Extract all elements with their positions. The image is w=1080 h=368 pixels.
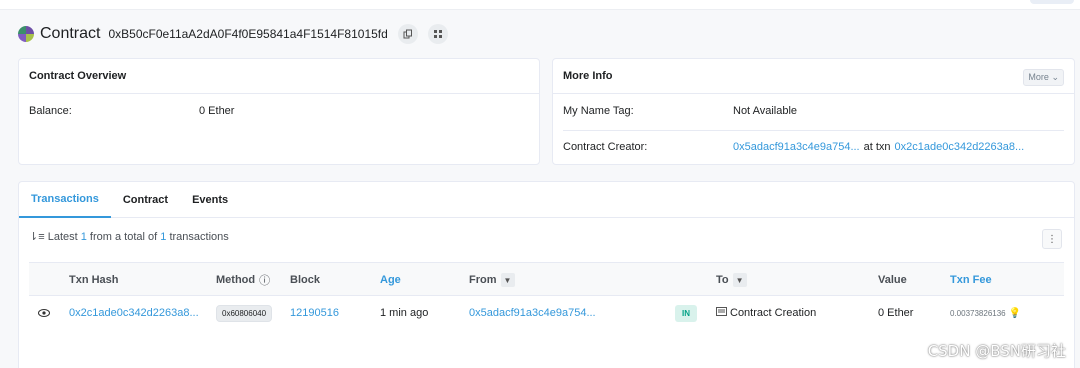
value-cell: 0 Ether	[878, 307, 914, 319]
tab-transactions[interactable]: Transactions	[19, 182, 111, 218]
filter-icon[interactable]: ▼	[500, 273, 515, 287]
creator-label: Contract Creator:	[563, 141, 648, 153]
name-tag-label: My Name Tag:	[563, 105, 634, 117]
at-txn-label: at txn	[863, 141, 891, 153]
col-txn-fee[interactable]: Txn Fee	[950, 263, 992, 297]
balance-label: Balance:	[29, 105, 72, 117]
transactions-summary: ⇂≡ Latest 1 from a total of 1 transactio…	[29, 231, 229, 243]
age-cell: 1 min ago	[380, 307, 429, 319]
card-title: Contract Overview	[19, 59, 539, 94]
col-txn-hash: Txn Hash	[69, 274, 119, 286]
copy-icon[interactable]	[397, 24, 418, 44]
to-cell: Contract Creation	[716, 296, 816, 330]
watermark: CSDN @BSN研习社	[927, 342, 1066, 360]
top-nav-button[interactable]	[1030, 0, 1074, 4]
tab-contract[interactable]: Contract	[111, 182, 180, 218]
page-title: Contract	[40, 25, 101, 42]
contract-address: 0xB50cF0e11aA2dA0F4f0E95841a4F1514F81015…	[108, 27, 388, 41]
card-title: More Info	[553, 59, 1074, 94]
table-header: Txn Hash Method ⓘ Block Age From ▼ To ▼ …	[29, 262, 1064, 296]
latest-count: 1	[80, 231, 87, 243]
more-info-card: More Info More ⌄ My Name Tag: Not Availa…	[552, 58, 1075, 165]
method-badge: 0x60806040	[216, 304, 273, 322]
more-options-icon[interactable]: ⋮	[1042, 229, 1062, 249]
col-value: Value	[878, 274, 907, 286]
txn-hash-link[interactable]: 0x2c1ade0c342d2263a8...	[69, 296, 199, 330]
txn-fee-cell: 0.00373826136 💡	[950, 296, 1021, 330]
direction-badge: IN	[675, 304, 697, 322]
top-navbar-edge	[0, 0, 1080, 10]
balance-row: Balance: 0 Ether	[29, 105, 529, 117]
creator-txn-link[interactable]: 0x2c1ade0c342d2263a8...	[895, 141, 1025, 153]
total-count: 1	[160, 231, 167, 243]
col-to: To ▼	[716, 263, 747, 297]
direction-cell: IN	[675, 296, 697, 330]
col-age[interactable]: Age	[380, 263, 401, 297]
contract-creation-icon	[716, 307, 727, 319]
more-dropdown-button[interactable]: More ⌄	[1023, 69, 1064, 86]
from-address-link[interactable]: 0x5adacf91a3c4e9a754...	[469, 296, 596, 330]
filter-icon[interactable]: ▼	[732, 273, 747, 287]
page-header: Contract 0xB50cF0e11aA2dA0F4f0E95841a4F1…	[18, 22, 448, 46]
contract-creator-row: Contract Creator: 0x5adacf91a3c4e9a754..…	[563, 141, 1064, 153]
bulb-icon[interactable]: 💡	[1009, 308, 1021, 319]
divider	[563, 130, 1064, 131]
transactions-card: Transactions Contract Events ⇂≡ Latest 1…	[18, 181, 1075, 368]
to-label: Contract Creation	[730, 307, 817, 319]
eye-icon[interactable]	[35, 296, 53, 330]
method-cell: 0x60806040	[216, 296, 273, 330]
contract-identicon	[18, 26, 34, 42]
name-tag-value: Not Available	[733, 105, 798, 117]
col-block: Block	[290, 274, 320, 286]
tab-events[interactable]: Events	[180, 182, 240, 218]
balance-value: 0 Ether	[199, 105, 235, 117]
block-link[interactable]: 12190516	[290, 296, 339, 330]
qr-code-icon[interactable]	[427, 24, 448, 44]
info-icon[interactable]: ⓘ	[259, 272, 270, 288]
creator-address-link[interactable]: 0x5adacf91a3c4e9a754...	[733, 141, 860, 153]
chevron-down-icon: ⌄	[1051, 72, 1059, 82]
txn-fee-value: 0.00373826136	[950, 308, 1006, 318]
name-tag-row: My Name Tag: Not Available	[563, 105, 1064, 117]
sort-icon: ⇂≡	[29, 231, 45, 243]
tab-bar: Transactions Contract Events	[19, 182, 1074, 218]
col-from: From ▼	[469, 263, 515, 297]
col-method: Method ⓘ	[216, 272, 271, 288]
table-row: 0x2c1ade0c342d2263a8... 0x60806040 12190…	[29, 296, 1064, 330]
contract-overview-card: Contract Overview Balance: 0 Ether	[18, 58, 540, 165]
